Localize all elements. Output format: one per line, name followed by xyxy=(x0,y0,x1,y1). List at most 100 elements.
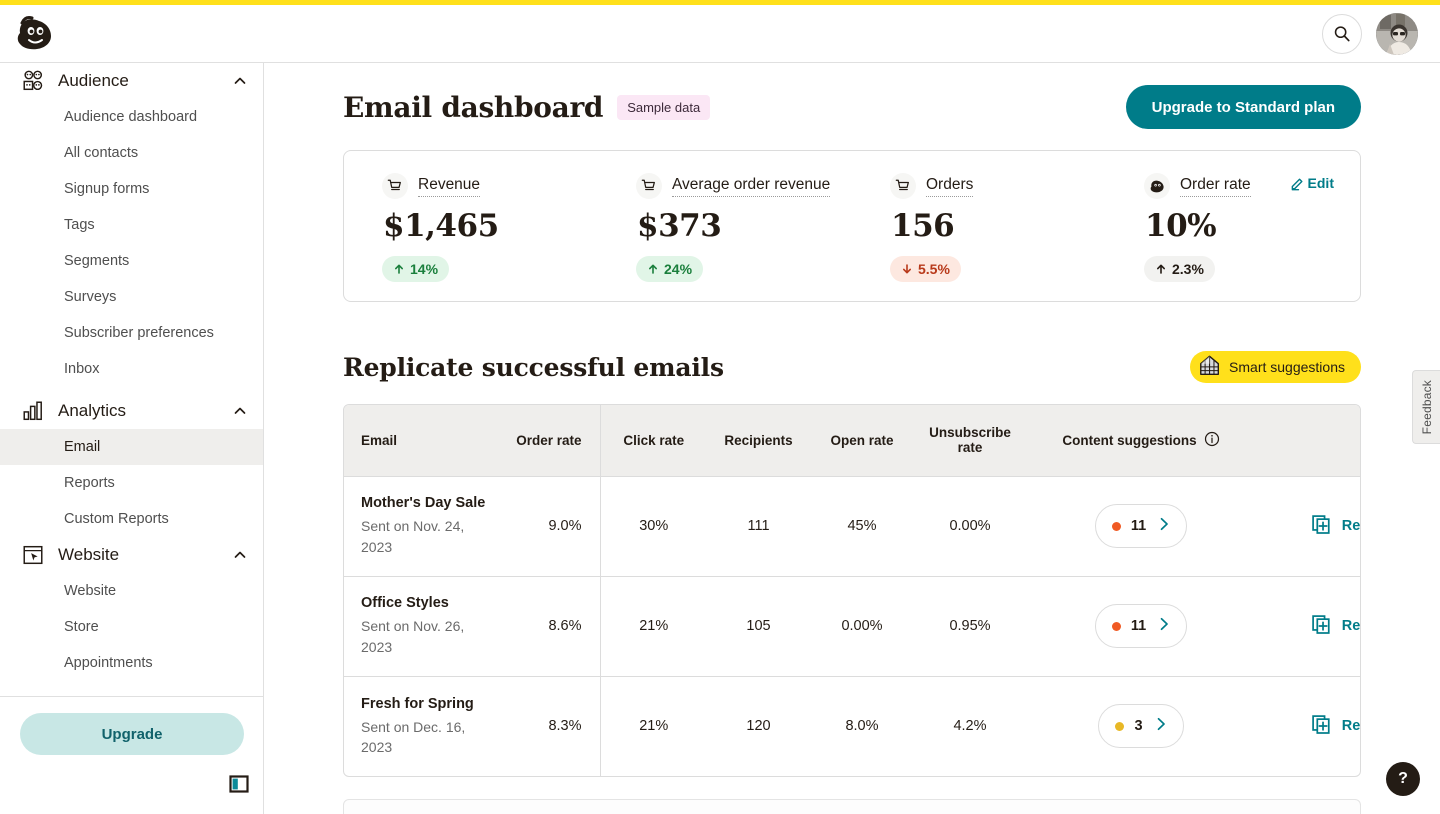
mailchimp-freddie-icon xyxy=(1144,173,1170,199)
column-header-actions xyxy=(1256,405,1360,476)
content-suggestions-pill[interactable]: 11 xyxy=(1094,604,1188,648)
cell-actions: Replicate xyxy=(1256,676,1361,776)
sidebar-item-reports[interactable]: Reports xyxy=(0,465,263,501)
sidebar-item-appointments[interactable]: Appointments xyxy=(0,645,263,681)
chevron-right-icon xyxy=(1153,716,1169,736)
top-header-actions xyxy=(1322,12,1418,55)
info-circle-icon[interactable] xyxy=(1204,431,1220,450)
audience-group-icon xyxy=(20,68,46,94)
cell-click-rate: 21% xyxy=(639,718,669,735)
replicate-label: Replicate xyxy=(1341,618,1361,634)
sidebar-item-custom-reports[interactable]: Custom Reports xyxy=(0,501,263,537)
stat-label[interactable]: Orders xyxy=(926,176,974,197)
content-suggestions-pill[interactable]: 11 xyxy=(1094,504,1188,548)
edit-label: Edit xyxy=(1307,175,1334,191)
arrow-up-icon xyxy=(395,264,403,274)
cell-click-rate: 21% xyxy=(639,618,669,634)
status-dot xyxy=(1111,621,1121,631)
chevron-up-icon[interactable] xyxy=(233,548,247,562)
duplicate-add-icon xyxy=(1311,714,1332,739)
sidebar-item-tags[interactable]: Tags xyxy=(0,207,263,243)
email-name: Mother's Day Sale xyxy=(361,495,486,512)
table-row[interactable]: Office Styles Sent on Nov. 26, 2023 8.6%… xyxy=(344,576,1361,676)
sidebar: Audience Audience dashboard All contacts… xyxy=(0,63,264,814)
chevron-up-icon[interactable] xyxy=(233,74,247,88)
website-cursor-icon xyxy=(20,542,46,568)
next-section-placeholder xyxy=(343,799,1361,814)
replicate-button[interactable]: Replicate xyxy=(1311,614,1361,639)
stat-delta-value: 14% xyxy=(410,261,439,277)
smart-suggestions-button[interactable]: Smart suggestions xyxy=(1190,351,1361,383)
sidebar-group-website[interactable]: Website xyxy=(0,537,263,573)
sidebar-item-website[interactable]: Website xyxy=(0,573,263,609)
cell-unsubscribe-rate: 0.95% xyxy=(949,618,991,634)
stat-head: Revenue xyxy=(382,173,598,199)
sidebar-group-label: Audience xyxy=(58,71,129,90)
feedback-tab[interactable]: Feedback xyxy=(1412,370,1440,444)
column-header-open-rate: Open rate xyxy=(830,432,894,448)
main-content: Email dashboard Sample data Upgrade to S… xyxy=(264,63,1440,814)
replicate-button[interactable]: Replicate xyxy=(1311,514,1360,539)
replicate-label: Replicate xyxy=(1341,718,1361,735)
search-icon xyxy=(1334,25,1350,41)
content-suggestions-pill[interactable]: 3 xyxy=(1098,704,1184,749)
cell-open-rate: 0.00% xyxy=(841,618,883,634)
stat-revenue: Revenue $1,465 14% xyxy=(344,173,598,301)
edit-stats-button[interactable]: Edit xyxy=(1290,175,1334,191)
chevron-up-icon[interactable] xyxy=(233,404,247,418)
column-header-content-suggestions: Content suggestions xyxy=(1026,405,1256,476)
table-row[interactable]: Mother's Day Sale Sent on Nov. 24, 2023 … xyxy=(344,476,1360,576)
sidebar-item-store[interactable]: Store xyxy=(0,609,263,645)
sidebar-item-email[interactable]: Email xyxy=(0,429,263,465)
replicate-button[interactable]: Replicate xyxy=(1311,714,1361,739)
table-header-row: Email Order rate Click rate Recipients O… xyxy=(344,405,1360,476)
cell-content-suggestions: 11 xyxy=(1026,476,1256,576)
shopping-cart-icon xyxy=(636,173,662,199)
replicate-section-header: Replicate successful emails Smart sugges… xyxy=(343,351,1361,383)
sidebar-item-segments[interactable]: Segments xyxy=(0,243,263,279)
cell-recipients: 105 xyxy=(746,618,771,634)
stat-head: Average order revenue xyxy=(636,173,852,199)
table-row[interactable]: Fresh for Spring Sent on Dec. 16, 2023 8… xyxy=(344,676,1361,776)
mailchimp-freddie-logo[interactable] xyxy=(14,14,58,54)
sidebar-item-inbox[interactable]: Inbox xyxy=(0,351,263,387)
stat-label[interactable]: Average order revenue xyxy=(672,176,831,197)
help-button[interactable]: ? xyxy=(1386,762,1420,796)
stat-delta-value: 5.5% xyxy=(918,261,950,277)
collapse-sidebar-icon[interactable] xyxy=(229,774,249,794)
sidebar-item-surveys[interactable]: Surveys xyxy=(0,279,263,315)
sidebar-group-audience[interactable]: Audience xyxy=(0,63,263,99)
replicate-emails-table: Email Order rate Click rate Recipients O… xyxy=(343,404,1361,777)
stat-delta-badge: 14% xyxy=(382,256,450,282)
stat-value: 156 xyxy=(891,208,955,244)
stat-label[interactable]: Revenue xyxy=(418,176,481,197)
section-title: Replicate successful emails xyxy=(343,352,724,382)
sidebar-item-audience-dashboard[interactable]: Audience dashboard xyxy=(0,99,263,135)
search-button[interactable] xyxy=(1322,13,1362,54)
chevron-right-icon xyxy=(1156,616,1172,636)
cell-recipients: 111 xyxy=(747,518,770,534)
stat-average-order-revenue: Average order revenue $373 24% xyxy=(598,173,852,301)
smart-suggestions-label: Smart suggestions xyxy=(1229,359,1345,375)
stat-value: $1,465 xyxy=(383,208,499,244)
stat-delta-badge: 5.5% xyxy=(890,256,961,282)
cell-unsubscribe-rate: 0.00% xyxy=(949,518,991,534)
upgrade-to-standard-plan-button[interactable]: Upgrade to Standard plan xyxy=(1125,85,1361,129)
cell-content-suggestions: 3 xyxy=(1026,676,1256,776)
sidebar-item-subscriber-preferences[interactable]: Subscriber preferences xyxy=(0,315,263,351)
pencil-icon xyxy=(1291,178,1303,190)
avatar[interactable] xyxy=(1376,12,1418,55)
arrow-down-icon xyxy=(903,264,911,274)
feedback-label: Feedback xyxy=(1419,379,1434,435)
email-sent-date: Sent on Dec. 16, 2023 xyxy=(361,718,466,755)
column-header-click-rate: Click rate xyxy=(623,432,685,448)
email-sent-date: Sent on Nov. 26, 2023 xyxy=(361,618,465,655)
upgrade-button[interactable]: Upgrade xyxy=(20,713,244,755)
suggestions-count: 3 xyxy=(1134,718,1143,735)
sidebar-group-analytics[interactable]: Analytics xyxy=(0,393,263,429)
sidebar-item-signup-forms[interactable]: Signup forms xyxy=(0,171,263,207)
cell-content-suggestions: 11 xyxy=(1026,576,1256,676)
stat-label[interactable]: Order rate xyxy=(1180,176,1251,197)
arrow-up-icon xyxy=(1157,264,1165,274)
sidebar-item-all-contacts[interactable]: All contacts xyxy=(0,135,263,171)
